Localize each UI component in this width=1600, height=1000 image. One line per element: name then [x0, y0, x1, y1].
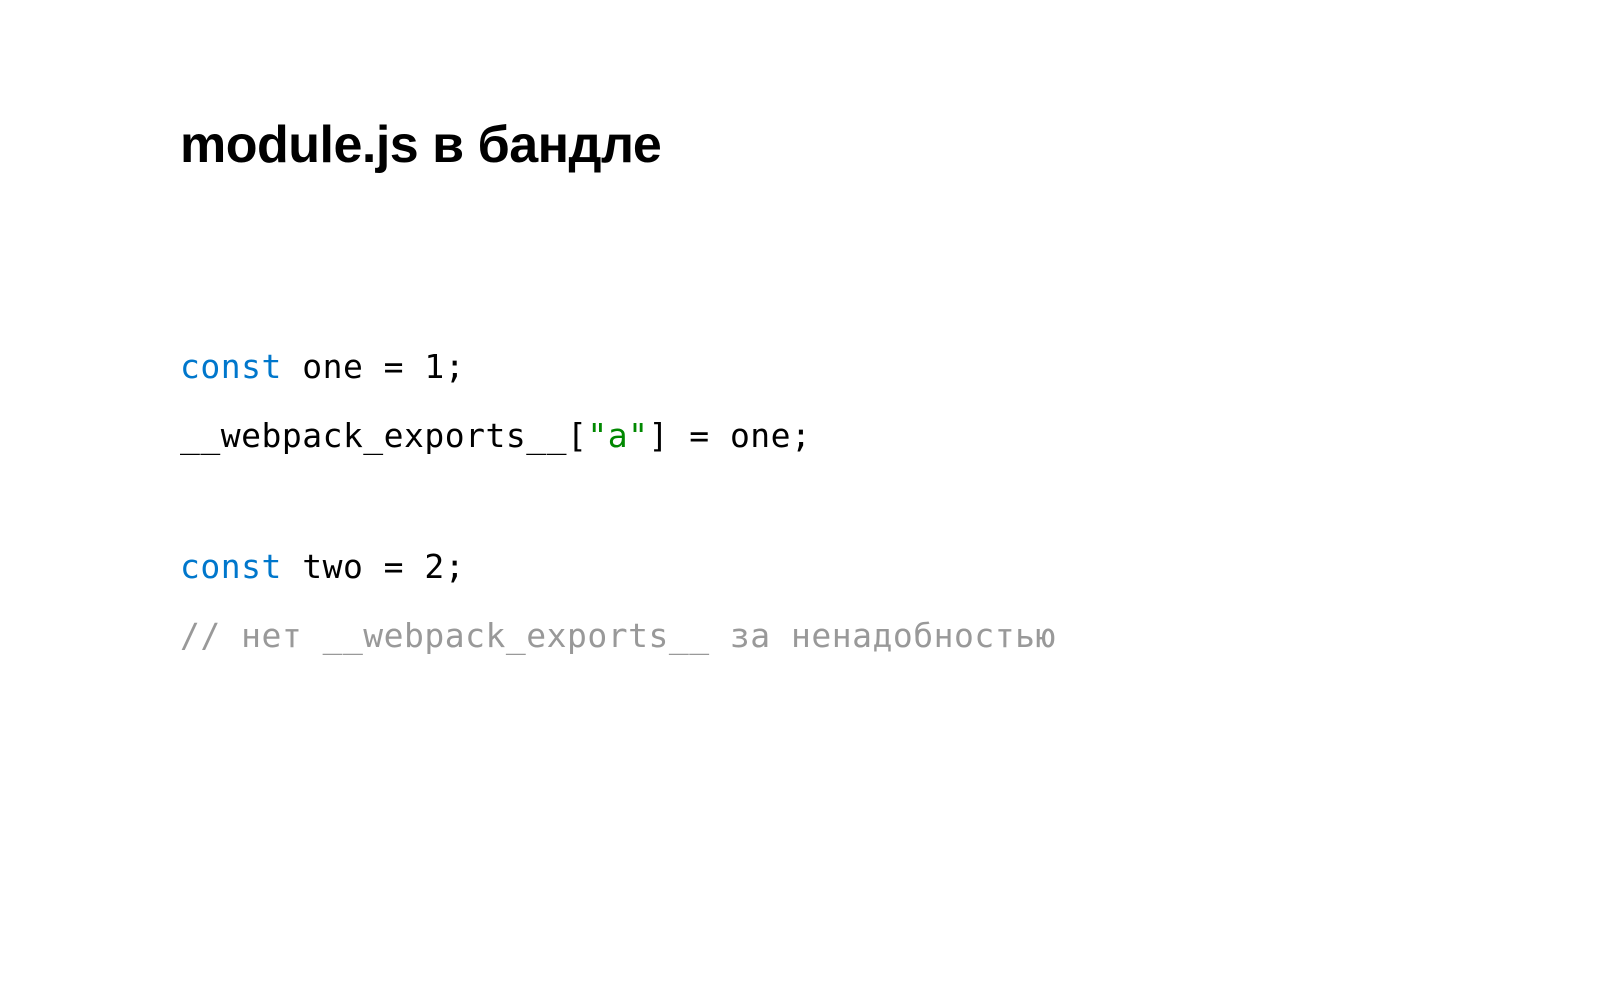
code-line-1: const one = 1;	[180, 350, 1420, 383]
slide-content: module.js в бандле const one = 1; __webp…	[0, 0, 1600, 803]
slide-title: module.js в бандле	[180, 115, 1420, 175]
code-gap	[180, 488, 1420, 550]
code-text: one = 1;	[282, 347, 465, 386]
string-literal: "a"	[587, 416, 648, 455]
comment-text: // нет __webpack_exports__ за ненадобнос…	[180, 616, 1056, 655]
code-block: const one = 1; __webpack_exports__["a"] …	[180, 350, 1420, 652]
code-line-3: const two = 2;	[180, 550, 1420, 583]
code-text: ] = one;	[648, 416, 811, 455]
code-line-2: __webpack_exports__["a"] = one;	[180, 419, 1420, 452]
code-text: __webpack_exports__[	[180, 416, 587, 455]
code-text: two = 2;	[282, 547, 465, 586]
keyword-const: const	[180, 347, 282, 386]
keyword-const: const	[180, 547, 282, 586]
code-line-4: // нет __webpack_exports__ за ненадобнос…	[180, 619, 1420, 652]
